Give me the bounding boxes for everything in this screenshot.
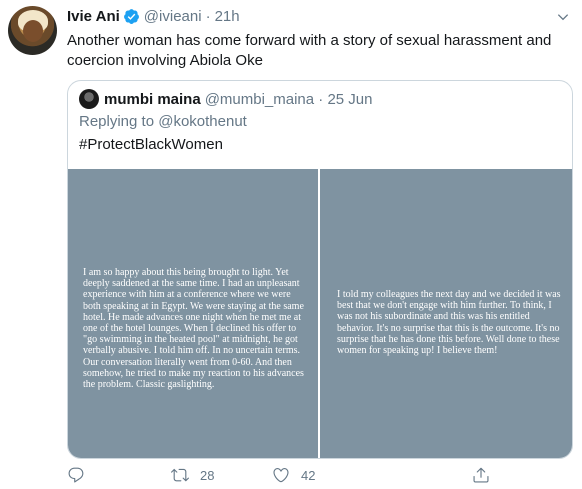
chevron-down-icon[interactable] bbox=[556, 10, 570, 24]
like-button[interactable]: 42 bbox=[272, 466, 315, 484]
quoted-media[interactable]: I am so happy about this being brought t… bbox=[68, 169, 572, 458]
replying-to: Replying to @kokothenut bbox=[79, 113, 247, 130]
tweet[interactable]: Ivie Ani @ivieani · 21h Another woman ha… bbox=[0, 0, 582, 489]
like-icon bbox=[273, 468, 289, 483]
like-count: 42 bbox=[301, 467, 316, 483]
author-name[interactable]: Ivie Ani bbox=[67, 8, 120, 25]
reply-button[interactable] bbox=[67, 466, 96, 484]
avatar-face bbox=[23, 20, 43, 42]
share-icon bbox=[473, 467, 489, 483]
author-handle[interactable]: @ivieani bbox=[144, 8, 202, 25]
quoted-tweet[interactable]: mumbi maina @mumbi_maina · 25 Jun Replyi… bbox=[67, 80, 573, 459]
author-avatar[interactable] bbox=[8, 6, 57, 55]
quoted-image-left[interactable]: I am so happy about this being brought t… bbox=[68, 169, 320, 458]
image-right-text: I told my colleagues the next day and we… bbox=[337, 289, 561, 357]
quoted-image-right[interactable]: I told my colleagues the next day and we… bbox=[320, 169, 572, 458]
image-left-text: I am so happy about this being brought t… bbox=[83, 267, 304, 391]
quoted-author-handle: @mumbi_maina · 25 Jun bbox=[204, 90, 373, 108]
retweet-icon bbox=[171, 468, 189, 482]
quoted-author-avatar bbox=[79, 89, 99, 109]
tweet-header: Ivie Ani @ivieani · 21h bbox=[67, 8, 240, 25]
separator: · bbox=[205, 8, 211, 25]
quoted-tweet-text: #ProtectBlackWomen bbox=[79, 136, 223, 153]
quoted-tweet-header: mumbi maina @mumbi_maina · 25 Jun bbox=[79, 89, 373, 109]
tweet-text: Another woman has come forward with a st… bbox=[67, 32, 552, 69]
retweet-button[interactable]: 28 bbox=[171, 466, 214, 484]
retweet-count: 28 bbox=[200, 467, 215, 483]
quoted-author-name: mumbi maina bbox=[104, 90, 201, 108]
tweet-actions: 28 42 bbox=[67, 466, 517, 484]
verified-icon bbox=[123, 9, 139, 24]
reply-icon bbox=[68, 467, 84, 483]
share-button[interactable] bbox=[472, 466, 490, 484]
tweet-time[interactable]: 21h bbox=[215, 8, 240, 25]
